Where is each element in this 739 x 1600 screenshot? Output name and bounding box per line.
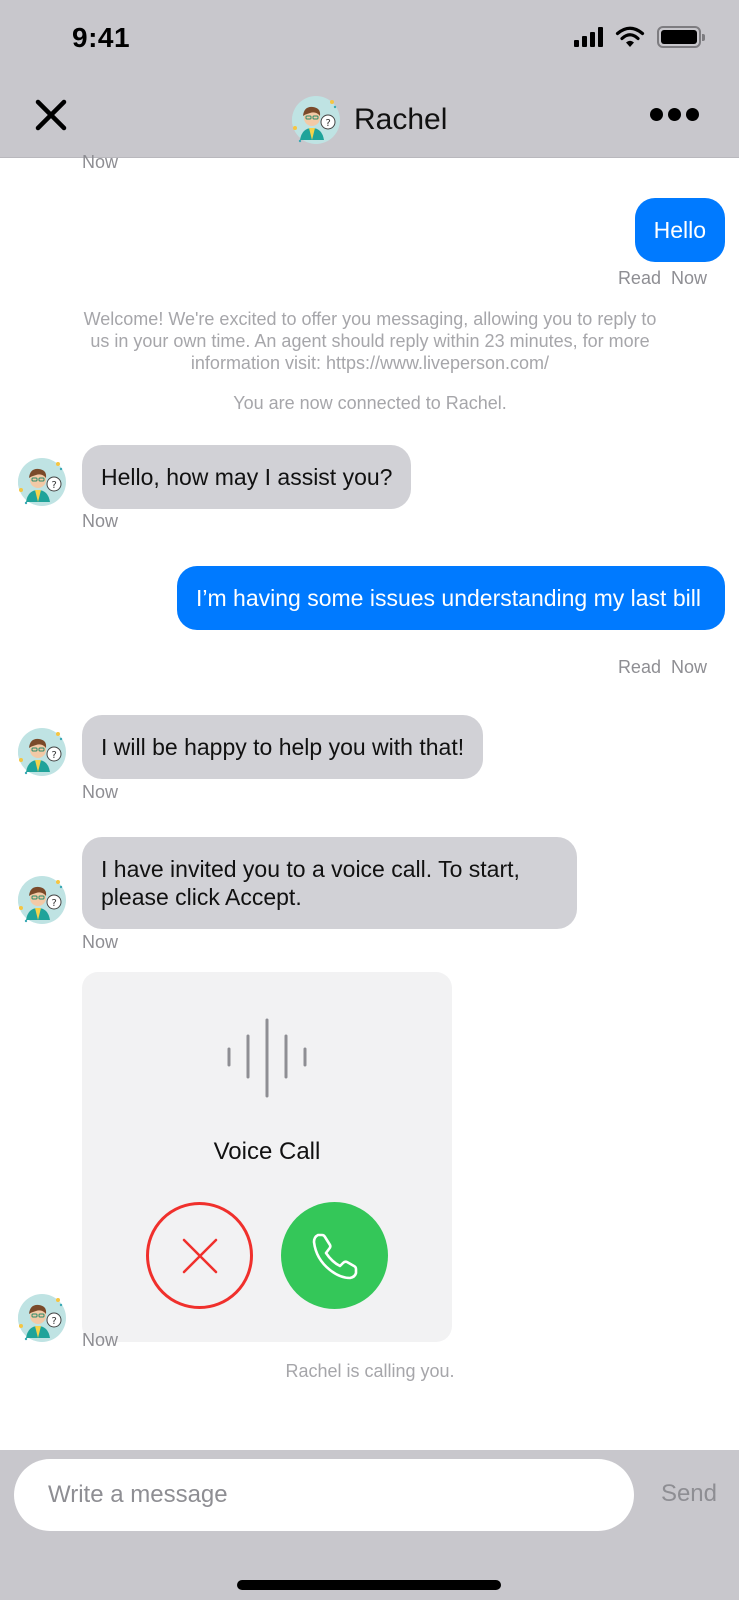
read-receipt: Read Now: [618, 657, 707, 678]
decline-call-button[interactable]: [146, 1202, 253, 1309]
navigation-bar: 9:41 ? Rachel: [0, 0, 739, 158]
battery-icon: [657, 26, 705, 48]
agent-avatar: ?: [18, 1294, 66, 1342]
message-list[interactable]: Now Hello Read Now Welcome! We're excite…: [0, 152, 739, 1450]
agent-avatar-icon: ?: [18, 878, 63, 923]
agent-avatar: ?: [292, 96, 340, 144]
svg-text:?: ?: [52, 480, 57, 491]
message-time: Now: [82, 1330, 119, 1350]
incoming-message[interactable]: Hello, how may I assist you?: [82, 445, 412, 509]
message-time: Now: [82, 782, 119, 802]
incoming-message[interactable]: I will be happy to help you with that!: [82, 715, 484, 779]
decline-x-icon: [182, 1238, 217, 1273]
connected-notice: You are now connected to Rachel.: [233, 393, 507, 413]
voice-call-card: Voice Call: [82, 972, 452, 1342]
message-timestamp: Now: [82, 152, 119, 172]
calling-notice: Rachel is calling you.: [285, 1361, 455, 1381]
status-time: 9:41: [72, 22, 131, 53]
accept-call-button[interactable]: [281, 1202, 388, 1309]
welcome-message: Welcome! We're excited to offer you mess…: [83, 309, 657, 373]
agent-avatar: ?: [18, 728, 66, 776]
page-title: Rachel: [354, 103, 448, 136]
close-icon: [35, 99, 67, 131]
agent-avatar-icon: ?: [18, 1296, 63, 1341]
svg-text:?: ?: [52, 898, 57, 909]
cellular-signal-icon: [574, 27, 603, 47]
svg-text:?: ?: [326, 118, 331, 129]
agent-avatar-icon: ?: [18, 460, 63, 505]
svg-text:?: ?: [52, 1316, 57, 1327]
phone-icon: [312, 1233, 357, 1279]
agent-header[interactable]: ? Rachel: [292, 96, 447, 144]
read-status: Read: [617, 657, 661, 677]
agent-avatar: ?: [18, 876, 66, 924]
status-icons: [574, 26, 705, 48]
message-time: Now: [82, 511, 119, 531]
message-time: Now: [82, 932, 119, 952]
close-button[interactable]: [32, 96, 72, 136]
read-status: Read: [617, 268, 661, 288]
agent-avatar-icon: ?: [18, 730, 63, 775]
send-button[interactable]: Send: [661, 1480, 717, 1508]
agent-avatar-icon: ?: [292, 98, 337, 143]
read-receipt: Read Now: [618, 268, 707, 289]
wifi-icon: [615, 26, 645, 47]
sound-wave-icon: [227, 1018, 307, 1098]
message-time: Now: [670, 268, 707, 288]
more-options-button[interactable]: [650, 108, 699, 121]
call-label: Voice Call: [213, 1138, 321, 1165]
incoming-message[interactable]: I have invited you to a voice call. To s…: [82, 837, 577, 929]
message-input[interactable]: [14, 1459, 634, 1531]
more-horizontal-icon: [650, 108, 663, 121]
message-time: Now: [670, 657, 707, 677]
svg-text:?: ?: [52, 750, 57, 761]
agent-avatar: ?: [18, 458, 66, 506]
outgoing-message[interactable]: I’m having some issues understanding my …: [177, 566, 725, 630]
home-indicator[interactable]: [237, 1580, 501, 1590]
composer-bar: Send: [0, 1450, 739, 1600]
outgoing-message[interactable]: Hello: [634, 198, 725, 262]
